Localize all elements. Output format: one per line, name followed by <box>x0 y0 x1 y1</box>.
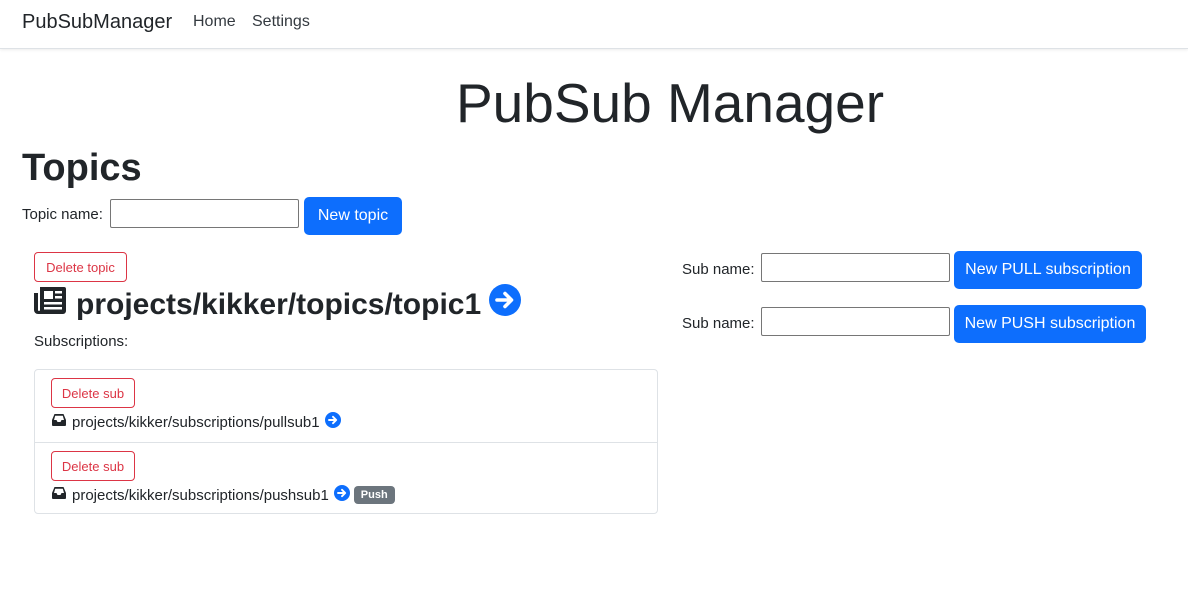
topic-name: projects/kikker/topics/topic1 <box>76 288 482 321</box>
delete-topic-button[interactable]: Delete topic <box>34 252 127 282</box>
subscriptions-list: Delete sub projects/kikker/subscriptions… <box>34 369 658 514</box>
new-push-subscription-button[interactable]: New PUSH subscription <box>954 305 1146 343</box>
topic-title: projects/kikker/topics/topic1 <box>34 284 522 326</box>
arrow-right-circle-icon[interactable] <box>320 412 341 432</box>
nav-link-settings[interactable]: Settings <box>252 13 310 31</box>
list-item: Delete sub projects/kikker/subscriptions… <box>35 370 657 442</box>
push-badge: Push <box>353 486 395 504</box>
newspaper-icon <box>34 285 76 325</box>
inbox-icon <box>51 486 72 504</box>
pull-sub-name-label: Sub name: <box>682 261 755 278</box>
new-topic-button[interactable]: New topic <box>304 197 402 235</box>
push-sub-name-label: Sub name: <box>682 315 755 332</box>
navbar-brand[interactable]: PubSubManager <box>22 11 172 34</box>
subscription-name: projects/kikker/subscriptions/pushsub1 <box>72 486 329 504</box>
nav-link-home[interactable]: Home <box>193 13 236 31</box>
topic-name-input[interactable] <box>110 199 299 228</box>
page-title: PubSub Manager <box>455 72 885 134</box>
pull-sub-name-input[interactable] <box>761 253 950 282</box>
topic-name-label: Topic name: <box>22 206 103 223</box>
topics-heading: Topics <box>22 147 142 189</box>
navbar: PubSubManager Home Settings <box>0 0 1188 49</box>
list-item: Delete sub projects/kikker/subscriptions… <box>35 442 657 514</box>
subscription-row: projects/kikker/subscriptions/pullsub1 <box>51 412 341 432</box>
subscription-name: projects/kikker/subscriptions/pullsub1 <box>72 413 320 431</box>
arrow-right-circle-icon[interactable] <box>481 284 522 326</box>
inbox-icon <box>51 413 72 431</box>
push-sub-name-input[interactable] <box>761 307 950 336</box>
new-pull-subscription-button[interactable]: New PULL subscription <box>954 251 1142 289</box>
subscriptions-label: Subscriptions: <box>34 333 129 350</box>
delete-sub-button[interactable]: Delete sub <box>51 378 135 408</box>
arrow-right-circle-icon[interactable] <box>329 485 350 505</box>
subscription-row: projects/kikker/subscriptions/pushsub1 P… <box>51 485 395 505</box>
delete-sub-button[interactable]: Delete sub <box>51 451 135 481</box>
